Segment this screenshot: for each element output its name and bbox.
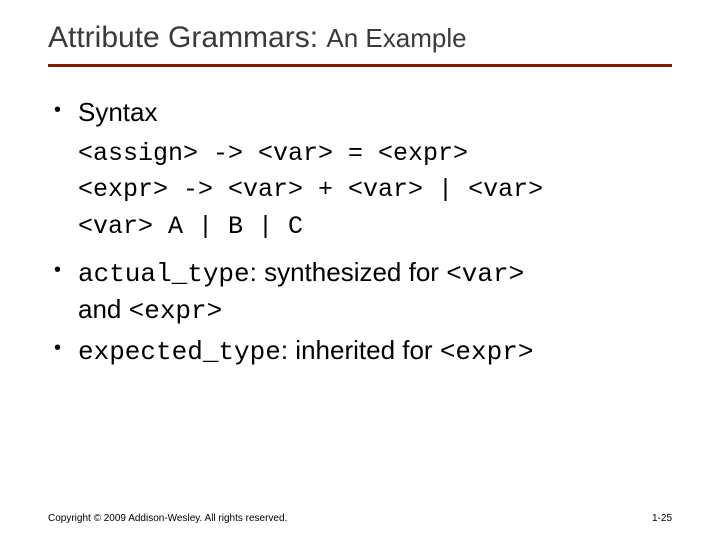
- bullet-expected-type: expected_type: inherited for <expr>: [48, 333, 672, 370]
- bullet-syntax-label: Syntax: [78, 97, 158, 127]
- title-sub: An Example: [326, 23, 466, 53]
- slide: Attribute Grammars: An Example Syntax <a…: [0, 0, 720, 540]
- expected-type-expr: <expr>: [440, 337, 534, 367]
- code-line-3: <var> A | B | C: [78, 212, 303, 241]
- bullet-syntax: Syntax: [48, 95, 672, 130]
- expected-type-code: expected_type: [78, 337, 281, 367]
- actual-type-expr: <expr>: [129, 296, 223, 326]
- title-main: Attribute Grammars:: [48, 21, 326, 54]
- actual-type-var: <var>: [446, 259, 524, 289]
- code-line-1: <assign> -> <var> = <expr>: [78, 139, 468, 168]
- expected-type-text: : inherited for: [281, 335, 440, 365]
- copyright-text: Copyright © 2009 Addison-Wesley. All rig…: [48, 513, 287, 524]
- actual-type-and: and: [78, 294, 129, 324]
- slide-title: Attribute Grammars: An Example: [48, 20, 672, 56]
- title-divider: [48, 64, 672, 67]
- actual-type-code: actual_type: [78, 259, 250, 289]
- actual-type-text: : synthesized for: [250, 257, 447, 287]
- slide-footer: Copyright © 2009 Addison-Wesley. All rig…: [48, 513, 672, 524]
- page-number: 1-25: [652, 513, 672, 524]
- bullet-actual-type: actual_type: synthesized for <var> and <…: [48, 255, 672, 329]
- grammar-code: <assign> -> <var> = <expr> <expr> -> <va…: [78, 136, 672, 245]
- code-line-2: <expr> -> <var> + <var> | <var>: [78, 175, 543, 204]
- slide-body: Syntax <assign> -> <var> = <expr> <expr>…: [48, 95, 672, 370]
